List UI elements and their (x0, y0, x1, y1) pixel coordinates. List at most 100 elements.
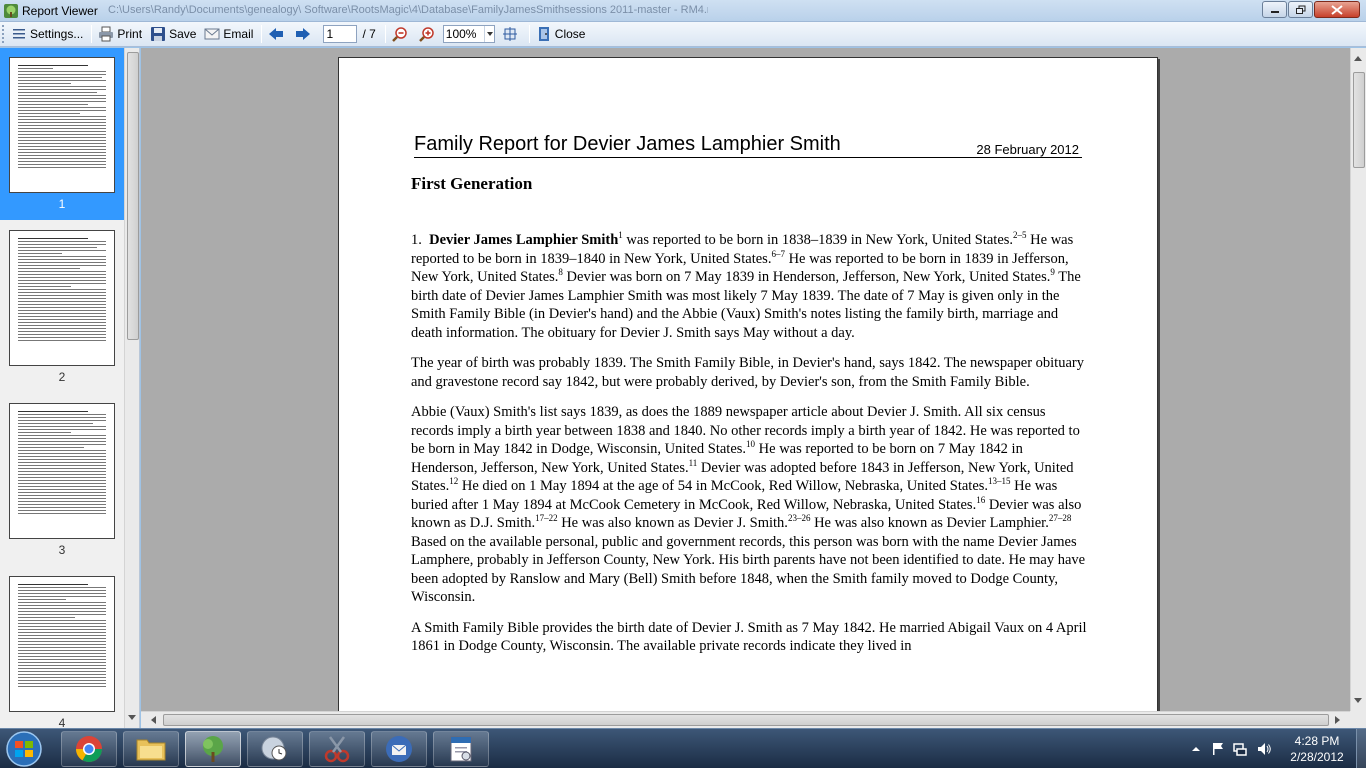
family-tree-icon (203, 736, 223, 762)
toolbar-separator (261, 25, 263, 43)
scroll-right-arrow-icon[interactable] (1335, 716, 1344, 724)
document-horizontal-scrollbar[interactable] (141, 711, 1350, 728)
taskbar-pdf[interactable] (433, 731, 489, 767)
settings-list-icon (13, 29, 25, 39)
next-page-button[interactable] (292, 24, 317, 44)
fit-page-icon (502, 27, 517, 41)
report-title: Family Report for Devier James Lamphier … (414, 133, 841, 155)
settings-label: Settings... (30, 27, 84, 41)
volume-icon[interactable] (1256, 741, 1272, 757)
action-center-flag-icon[interactable] (1210, 741, 1226, 757)
thumbnail-preview (9, 57, 115, 193)
document-vertical-scrollbar[interactable] (1350, 48, 1366, 711)
minimize-icon (1270, 10, 1279, 13)
thumbnail-number: 2 (58, 370, 66, 384)
zoom-in-button[interactable] (416, 24, 441, 44)
scissors-icon (324, 736, 350, 763)
document-horizontal-scrollbar-thumb[interactable] (163, 714, 1329, 726)
taskbar-chrome[interactable] (61, 731, 117, 767)
start-button[interactable] (2, 730, 46, 768)
save-label: Save (169, 27, 197, 41)
disc-clock-icon (261, 736, 287, 761)
toolbar-separator (91, 25, 93, 43)
thumbnail-preview (9, 403, 115, 539)
save-button[interactable]: Save (147, 24, 199, 44)
thumbnail-number: 4 (58, 716, 66, 728)
restore-icon (1295, 5, 1305, 14)
envelope-icon (204, 28, 220, 40)
show-desktop-button[interactable] (1356, 729, 1366, 768)
floppy-disk-icon (151, 27, 166, 41)
window-path: C:\Users\Randy\Documents\genealogy\ Soft… (108, 4, 708, 16)
paragraph: The year of birth was probably 1839. The… (411, 355, 1084, 390)
report-page: Family Report for Devier James Lamphier … (338, 57, 1158, 711)
report-viewer-app-icon (4, 4, 18, 18)
taskbar-explorer[interactable] (123, 731, 179, 767)
thumbnail-page-3[interactable]: 3 (0, 394, 124, 566)
thumbnail-scrollbar-thumb[interactable] (127, 52, 139, 340)
thumbnail-preview (9, 230, 115, 366)
report-header: Family Report for Devier James Lamphier … (414, 133, 1082, 158)
close-door-icon (538, 27, 549, 41)
scrollbar-corner (1350, 711, 1366, 728)
report-body: 1. Devier James Lamphier Smith1 was repo… (411, 231, 1087, 668)
maximize-button[interactable] (1288, 1, 1313, 18)
chrome-icon (75, 736, 103, 763)
toolbar: Settings... Print Save Email / 7 100% (0, 22, 1366, 47)
network-icon[interactable] (1232, 741, 1248, 757)
scroll-left-arrow-icon[interactable] (147, 716, 156, 724)
mail-bird-icon (386, 736, 412, 762)
taskbar-app-5[interactable] (309, 731, 365, 767)
taskbar-clock[interactable]: 4:28 PM 2/28/2012 (1282, 733, 1352, 765)
zoom-select[interactable]: 100% (442, 25, 495, 43)
title-bar: Report Viewer C:\Users\Randy\Documents\g… (0, 0, 1366, 22)
report-date: 28 February 2012 (976, 142, 1079, 157)
printer-icon (99, 26, 114, 42)
taskbar-app-4[interactable] (247, 731, 303, 767)
thumbnail-pane: 1 2 3 4 (0, 48, 140, 728)
minimize-button[interactable] (1262, 1, 1287, 18)
thumbnail-scrollbar[interactable] (124, 48, 139, 728)
page-number-input[interactable] (323, 25, 358, 43)
zoom-out-icon (391, 27, 407, 42)
zoom-in-icon (418, 27, 434, 42)
print-label: Print (117, 27, 143, 41)
window-title: Report Viewer (22, 4, 98, 18)
toolbar-separator (528, 25, 530, 43)
thumbnail-number: 3 (58, 543, 66, 557)
settings-button[interactable]: Settings... (8, 24, 86, 44)
taskbar-thunderbird[interactable] (371, 731, 427, 767)
email-label: Email (223, 27, 254, 41)
fit-page-button[interactable] (499, 24, 524, 44)
close-window-button[interactable] (1314, 1, 1360, 18)
close-icon (1331, 4, 1343, 15)
previous-page-button[interactable] (265, 24, 290, 44)
clock-date: 2/28/2012 (1290, 750, 1344, 764)
scroll-down-arrow-icon[interactable] (128, 715, 136, 724)
page-total: / 7 (362, 27, 376, 41)
paragraph: A Smith Family Bible provides the birth … (411, 619, 1087, 655)
paragraph: 1. Devier James Lamphier Smith1 was repo… (411, 230, 1081, 341)
toolbar-separator (384, 25, 386, 43)
arrow-right-icon (296, 28, 311, 40)
print-button[interactable]: Print (95, 24, 145, 44)
zoom-out-button[interactable] (389, 24, 414, 44)
thumbnail-page-1[interactable]: 1 (0, 48, 124, 220)
document-vertical-scrollbar-thumb[interactable] (1353, 72, 1365, 168)
close-report-button[interactable]: Close (533, 24, 589, 44)
scroll-up-arrow-icon[interactable] (1354, 52, 1362, 61)
document-view: Family Report for Devier James Lamphier … (141, 48, 1350, 711)
show-hidden-icons-chevron-up-icon[interactable] (1188, 741, 1204, 757)
taskbar: 4:28 PM 2/28/2012 (0, 728, 1366, 768)
arrow-left-icon (269, 28, 284, 40)
paragraph: Abbie (Vaux) Smith's list says 1839, as … (411, 404, 1086, 605)
scroll-down-arrow-icon[interactable] (1354, 698, 1362, 707)
email-button[interactable]: Email (201, 24, 256, 44)
thumbnail-page-2[interactable]: 2 (0, 221, 124, 393)
thumbnail-page-4[interactable]: 4 (0, 567, 124, 728)
folder-icon (136, 739, 166, 761)
chevron-down-icon (483, 26, 494, 42)
close-label: Close (554, 27, 586, 41)
taskbar-rootsmagic[interactable] (185, 731, 241, 767)
pdf-document-icon (450, 736, 472, 762)
